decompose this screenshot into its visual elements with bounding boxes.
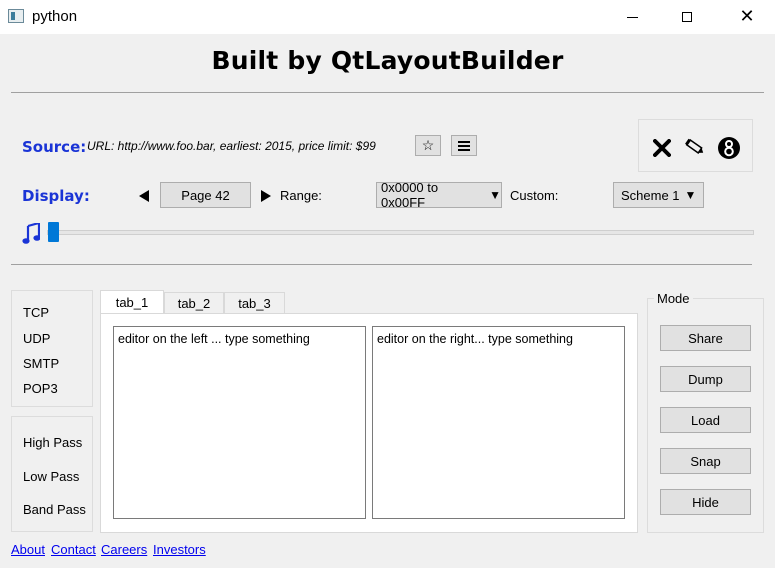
filter-list: High Pass Low Pass Band Pass	[11, 416, 93, 532]
right-editor[interactable]: editor on the right... type something	[372, 326, 625, 519]
list-item-protocol[interactable]: SMTP	[23, 356, 59, 371]
star-icon: ☆	[421, 137, 435, 153]
title-bar: python ✕	[0, 0, 775, 34]
range-label: Range:	[280, 188, 322, 203]
list-item-protocol[interactable]: UDP	[23, 331, 50, 346]
list-item-filter[interactable]: Low Pass	[23, 469, 79, 484]
snap-button[interactable]: Snap	[660, 448, 751, 474]
mode-group-title: Mode	[654, 291, 693, 306]
share-button[interactable]: Share	[660, 325, 751, 351]
toolbox-panel	[638, 119, 753, 172]
pencil-icon[interactable]	[684, 137, 706, 157]
music-note-icon	[22, 223, 40, 244]
list-item-filter[interactable]: Band Pass	[23, 502, 86, 517]
link-careers[interactable]: Careers	[101, 542, 147, 557]
left-editor[interactable]: editor on the left ... type something	[113, 326, 366, 519]
chevron-down-icon: ▼	[684, 188, 697, 202]
hide-button[interactable]: Hide	[660, 489, 751, 515]
link-contact[interactable]: Contact	[51, 542, 96, 557]
menu-button[interactable]	[451, 135, 477, 156]
minimize-button[interactable]	[609, 0, 655, 34]
next-page-icon[interactable]	[260, 190, 272, 202]
custom-label: Custom:	[510, 188, 559, 203]
close-window-button[interactable]: ✕	[724, 0, 770, 34]
favorite-button[interactable]: ☆	[415, 135, 441, 156]
range-dropdown[interactable]: 0x0000 to 0x00FF ▼	[376, 180, 502, 210]
slider-handle[interactable]	[48, 222, 59, 242]
maximize-button[interactable]	[664, 0, 710, 34]
tab-3[interactable]: tab_3	[224, 292, 285, 314]
divider-middle	[11, 264, 752, 265]
load-button[interactable]: Load	[660, 407, 751, 433]
list-item-protocol[interactable]: POP3	[23, 381, 58, 396]
divider-top	[11, 92, 764, 93]
link-investors[interactable]: Investors	[153, 542, 206, 557]
list-item-filter[interactable]: High Pass	[23, 435, 82, 450]
slider-track[interactable]	[47, 230, 754, 235]
source-info-text: URL: http://www.foo.bar, earliest: 2015,…	[87, 139, 376, 153]
protocol-list: TCP UDP SMTP POP3	[11, 290, 93, 407]
page-title: Built by QtLayoutBuilder	[211, 46, 564, 75]
prev-page-icon[interactable]	[138, 190, 150, 202]
tab-1[interactable]: tab_1	[100, 290, 164, 314]
menu-icon	[458, 140, 470, 151]
custom-dropdown[interactable]: Scheme 1 ▼	[613, 182, 704, 208]
range-value: 0x0000 to 0x00FF	[381, 180, 439, 210]
app-icon	[8, 9, 24, 23]
tab-2[interactable]: tab_2	[164, 292, 224, 314]
page-button[interactable]: Page 42	[160, 182, 251, 208]
source-label: Source:	[22, 138, 87, 156]
close-icon: ✕	[739, 6, 755, 27]
dump-button[interactable]: Dump	[660, 366, 751, 392]
window-title: python	[32, 8, 78, 25]
link-about[interactable]: About	[11, 542, 45, 557]
maximize-icon	[682, 12, 692, 22]
chevron-down-icon: ▼	[489, 188, 501, 202]
list-item-protocol[interactable]: TCP	[23, 305, 49, 320]
eight-ball-icon[interactable]	[717, 136, 741, 160]
close-x-icon[interactable]	[653, 139, 671, 157]
display-label: Display:	[22, 187, 90, 205]
minimize-icon	[626, 16, 638, 18]
custom-value: Scheme 1	[621, 187, 680, 203]
